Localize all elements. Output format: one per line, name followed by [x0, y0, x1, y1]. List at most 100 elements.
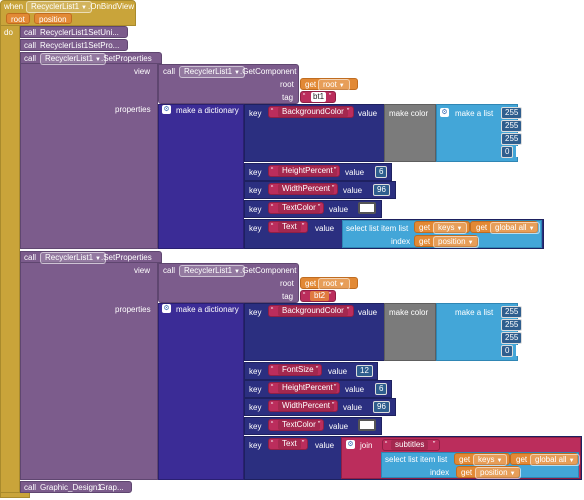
getcomponent-dropdown-1[interactable]: RecyclerList1 ▼ [179, 66, 245, 78]
get-keys-dropdown[interactable]: keys ▼ [473, 454, 508, 466]
color-number[interactable]: 0 [501, 345, 514, 357]
get-root-dropdown-1[interactable]: root ▼ [318, 79, 350, 91]
setproperties-block-2[interactable] [20, 251, 158, 480]
quote-icon: ” [329, 292, 332, 299]
setproperties-component-dropdown-2[interactable]: RecyclerList1 ▼ [40, 252, 106, 264]
quote-icon: “ [385, 441, 388, 448]
quote-icon: ” [347, 108, 350, 115]
subtitles-string[interactable]: subtitles [391, 440, 429, 450]
gear-icon[interactable]: ⚙ [440, 108, 449, 117]
color-number[interactable]: 0 [501, 146, 514, 158]
get-position-dropdown[interactable]: position ▼ [433, 236, 479, 248]
quote-icon: “ [271, 204, 274, 211]
key-text[interactable]: Text [278, 439, 301, 449]
color-number[interactable]: 255 [501, 306, 523, 318]
quote-icon: ” [347, 307, 350, 314]
index-label: index [430, 468, 450, 477]
param-root[interactable]: root [6, 13, 30, 24]
get-root-dropdown-2[interactable]: root ▼ [318, 278, 350, 290]
color-number[interactable]: 255 [501, 120, 523, 132]
key-heightpercent[interactable]: HeightPercent [278, 383, 337, 393]
get-label: get [419, 237, 431, 246]
view-label-2: view [134, 266, 151, 275]
fontsize-value[interactable]: 12 [356, 365, 373, 377]
key-text[interactable]: Text [278, 222, 301, 232]
index-label: index [391, 237, 411, 246]
when-label: when [4, 2, 24, 11]
get-global-dropdown[interactable]: global all ▼ [490, 222, 540, 234]
quote-icon: ” [334, 167, 337, 174]
key-fontsize[interactable]: FontSize [278, 365, 318, 375]
get-label: get [305, 279, 317, 288]
call-label: call [24, 28, 37, 37]
gear-icon[interactable]: ⚙ [346, 440, 355, 449]
quote-icon: ” [302, 440, 305, 447]
make-dictionary-label-2: make a dictionary [176, 305, 239, 314]
color-white-swatch[interactable] [358, 202, 376, 214]
key-widthpercent[interactable]: WidthPercent [278, 401, 335, 411]
key-backgroundcolor[interactable]: BackgroundColor [278, 306, 348, 316]
color-number[interactable]: 255 [501, 133, 523, 145]
call-label: call [24, 483, 37, 492]
get-keys-dropdown[interactable]: keys ▼ [433, 222, 468, 234]
getcomponent-dropdown-2[interactable]: RecyclerList1 ▼ [179, 265, 245, 277]
color-number[interactable]: 255 [501, 319, 523, 331]
value-label: value [315, 224, 335, 233]
quote-icon: ” [318, 421, 321, 428]
setproperties-component-dropdown-1[interactable]: RecyclerList1 ▼ [40, 53, 106, 65]
get-label: get [461, 468, 473, 477]
get-global-dropdown[interactable]: global all ▼ [530, 454, 580, 466]
color-number[interactable]: 255 [501, 332, 523, 344]
get-position-dropdown[interactable]: position ▼ [475, 467, 521, 479]
graphic-method: .Grap... [97, 483, 124, 492]
width-value[interactable]: 96 [373, 184, 390, 196]
value-label: value [329, 205, 349, 214]
call-label: call [163, 67, 176, 76]
key-backgroundcolor[interactable]: BackgroundColor [278, 107, 348, 117]
color-number[interactable]: 255 [501, 107, 523, 119]
setpro-comp: RecyclerList1 [40, 41, 89, 50]
width-value[interactable]: 96 [373, 401, 390, 413]
tag-label-1: tag [282, 93, 294, 102]
view-label-1: view [134, 67, 151, 76]
properties-label-2: properties [115, 305, 151, 314]
key-textcolor[interactable]: TextColor [278, 420, 320, 430]
param-position[interactable]: position [34, 13, 72, 24]
get-label: get [419, 223, 431, 232]
color-white-swatch[interactable] [358, 419, 376, 431]
tag-value-1[interactable]: bt1 [311, 92, 327, 102]
quote-icon: “ [271, 223, 274, 230]
root-label-1: root [280, 80, 294, 89]
call-label: call [24, 54, 37, 63]
key-label: key [249, 422, 262, 431]
key-textcolor[interactable]: TextColor [278, 203, 320, 213]
quote-icon: ” [332, 185, 335, 192]
key-widthpercent[interactable]: WidthPercent [278, 184, 335, 194]
properties-label-1: properties [115, 105, 151, 114]
make-dictionary-block-2[interactable] [158, 303, 244, 480]
key-label: key [249, 441, 262, 450]
getcomponent-method-2: .GetComponent [240, 266, 297, 275]
key-label: key [249, 385, 262, 394]
key-label: key [249, 205, 262, 214]
key-heightpercent[interactable]: HeightPercent [278, 166, 337, 176]
height-value[interactable]: 6 [375, 166, 388, 178]
height-value[interactable]: 6 [375, 383, 388, 395]
gear-icon[interactable]: ⚙ [162, 105, 171, 114]
call-label: call [24, 41, 37, 50]
call-label: call [24, 253, 37, 262]
tag-value-2[interactable]: bt2 [310, 291, 330, 301]
quote-icon: “ [271, 421, 274, 428]
quote-icon: ” [316, 366, 319, 373]
setproperties-method-1: .SetProperties [101, 54, 152, 63]
quote-icon: “ [303, 292, 306, 299]
quote-icon: “ [271, 384, 274, 391]
quote-icon: ” [329, 93, 332, 100]
gear-icon[interactable]: ⚙ [162, 304, 171, 313]
make-dictionary-label-1: make a dictionary [176, 106, 239, 115]
make-dictionary-block-1[interactable] [158, 104, 244, 249]
getcomponent-method-1: .GetComponent [240, 67, 297, 76]
get-label: get [476, 223, 488, 232]
event-component-dropdown[interactable]: RecyclerList1 ▼ [26, 1, 92, 13]
setproperties-block-1[interactable] [20, 52, 158, 249]
